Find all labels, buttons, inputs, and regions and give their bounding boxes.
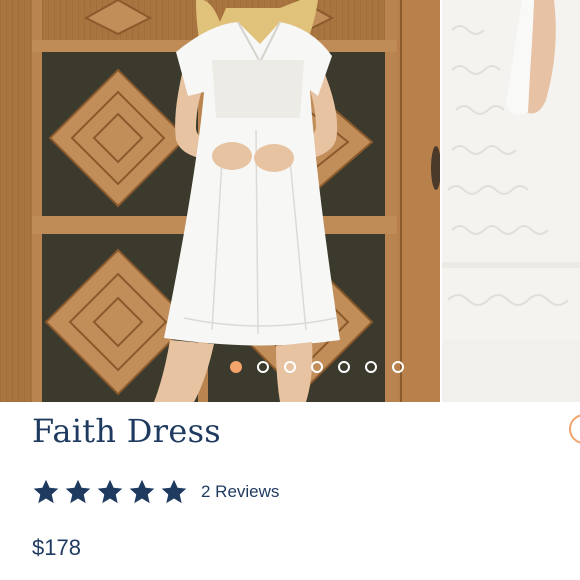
product-title: Faith Dress: [32, 412, 222, 450]
gallery-dot-6[interactable]: [365, 361, 377, 373]
star-icon: [97, 479, 123, 504]
product-photo-main[interactable]: [0, 0, 440, 402]
gallery-dot-4[interactable]: [311, 361, 323, 373]
gallery-dot-1[interactable]: [230, 361, 242, 373]
gallery-dot-7[interactable]: [392, 361, 404, 373]
star-icon: [65, 479, 91, 504]
gallery-pagination: [230, 359, 404, 375]
reviews-link[interactable]: 2 Reviews: [201, 482, 279, 502]
favorite-icon[interactable]: [569, 414, 580, 444]
gallery-dot-3[interactable]: [284, 361, 296, 373]
product-photo-next[interactable]: [442, 0, 580, 402]
star-icon: [33, 479, 59, 504]
star-icon: [161, 479, 187, 504]
star-rating: [32, 478, 188, 506]
product-image-gallery[interactable]: [0, 0, 580, 402]
gallery-dot-2[interactable]: [257, 361, 269, 373]
product-rating[interactable]: 2 Reviews: [32, 478, 279, 506]
product-price: $178: [32, 535, 81, 560]
gallery-dot-5[interactable]: [338, 361, 350, 373]
star-icon: [129, 479, 155, 504]
